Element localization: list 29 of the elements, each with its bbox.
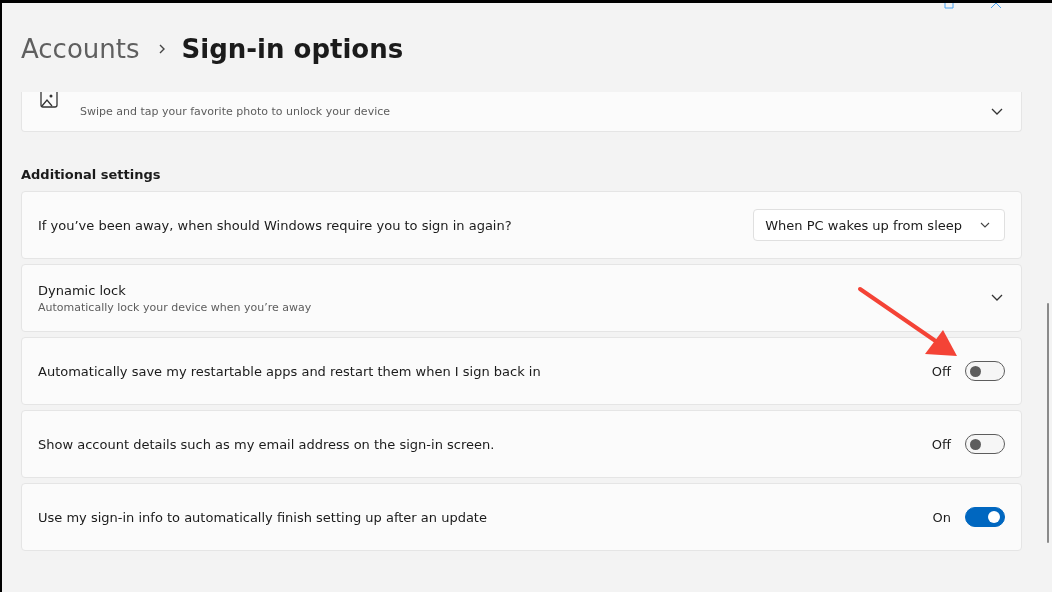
toggle-state-label: Off [931, 436, 951, 452]
toggle-state-label: Off [931, 363, 951, 379]
toggle-switch[interactable] [965, 434, 1005, 454]
toggle-switch[interactable] [965, 361, 1005, 381]
picture-icon [40, 92, 58, 108]
chevron-down-icon [980, 222, 990, 228]
setting-title: Use my sign-in info to automatically finish setting up after an update [38, 509, 488, 525]
settings-card[interactable]: Use my sign-in info to automatically finish setting up after an update On [21, 483, 1022, 551]
setting-description: Automatically lock your device when you’re away [38, 300, 313, 314]
chevron-right-icon [157, 42, 166, 55]
settings-card[interactable]: Dynamic lock Automatically lock your device when you’re away [21, 264, 1022, 332]
page-title: Sign-in options [181, 33, 404, 64]
setting-title: Dynamic lock [38, 282, 127, 298]
setting-title: If you’ve been away, when should Windows require you to sign in again? [38, 217, 513, 233]
settings-card[interactable]: Swipe and tap your favorite photo to unlock your device [21, 92, 1022, 132]
settings-card[interactable]: Show account details such as my email address on the sign-in screen. Off [21, 410, 1022, 478]
dropdown[interactable]: When PC wakes up from sleep [753, 209, 1005, 241]
toggle-state-label: On [932, 509, 951, 525]
breadcrumb-link[interactable]: Accounts [21, 33, 140, 64]
chevron-down-icon[interactable] [991, 107, 1003, 116]
setting-title: Automatically save my restartable apps and restart them when I sign back in [38, 363, 542, 379]
settings-card[interactable]: Automatically save my restartable apps and restart them when I sign back in Off [21, 337, 1022, 405]
setting-description: Swipe and tap your favorite photo to unlock your device [80, 105, 391, 118]
chevron-down-icon[interactable] [991, 294, 1003, 302]
scrollbar[interactable] [1047, 303, 1049, 543]
toggle-switch[interactable] [965, 507, 1005, 527]
section-heading: Additional settings [21, 167, 162, 182]
setting-title: Show account details such as my email address on the sign-in screen. [38, 436, 496, 452]
settings-card[interactable]: If you’ve been away, when should Windows require you to sign in again? When PC wakes up from sleep [21, 191, 1022, 259]
